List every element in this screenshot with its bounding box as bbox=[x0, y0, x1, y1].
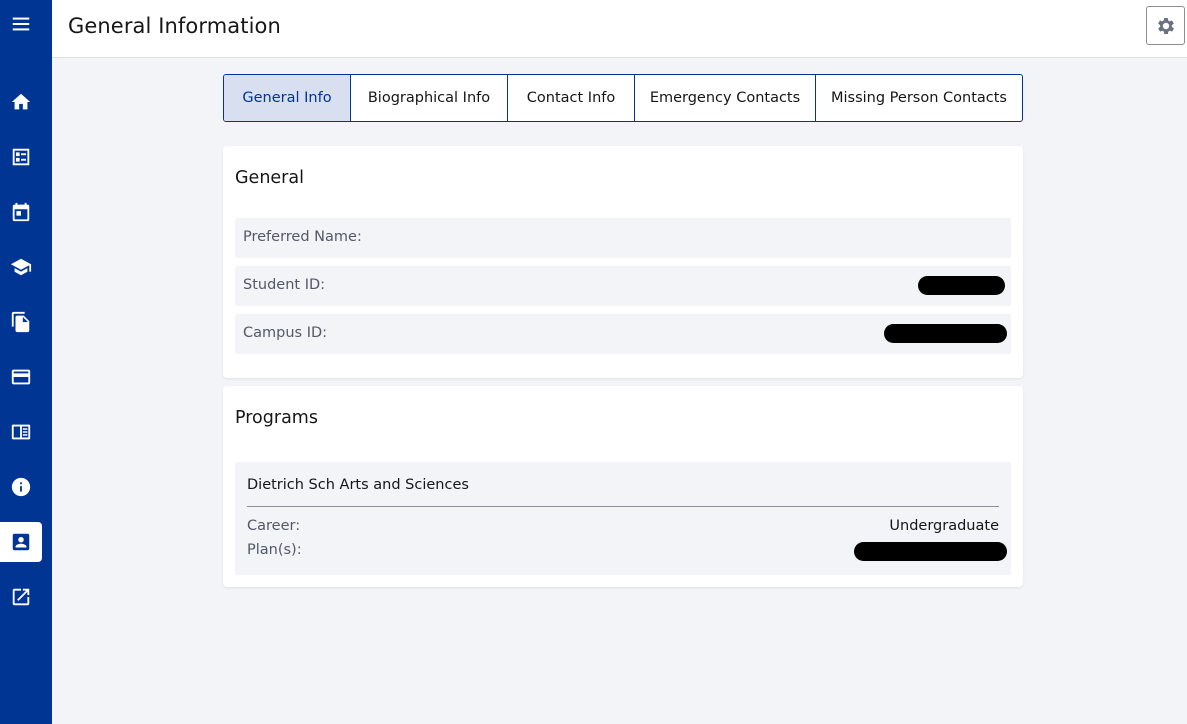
section-tabs: General Info Biographical Info Contact I… bbox=[223, 74, 1023, 122]
credit-card-icon bbox=[11, 369, 31, 385]
documents-icon bbox=[11, 311, 30, 333]
sidebar-item-documents[interactable] bbox=[0, 302, 42, 342]
plans-redacted-value bbox=[854, 542, 1007, 561]
tab-biographical-info[interactable]: Biographical Info bbox=[351, 75, 508, 121]
sidebar-item-profile[interactable] bbox=[0, 522, 42, 562]
sidebar-item-info[interactable] bbox=[0, 467, 42, 507]
general-card: General Preferred Name: Student ID: Camp… bbox=[223, 146, 1023, 378]
preferred-name-row: Preferred Name: bbox=[235, 218, 1011, 258]
program-item: Dietrich Sch Arts and Sciences Career: U… bbox=[235, 462, 1011, 575]
sidebar-item-dashboard[interactable] bbox=[0, 137, 42, 177]
campus-id-row: Campus ID: bbox=[235, 314, 1011, 354]
gear-icon bbox=[1157, 17, 1174, 34]
career-label: Career: bbox=[247, 518, 301, 534]
student-id-redacted-value bbox=[918, 276, 1005, 295]
student-id-row: Student ID: bbox=[235, 266, 1011, 306]
student-id-label: Student ID: bbox=[243, 277, 326, 293]
tab-emergency-contacts[interactable]: Emergency Contacts bbox=[635, 75, 816, 121]
sidebar-item-finances[interactable] bbox=[0, 357, 42, 397]
general-title: General bbox=[235, 168, 304, 188]
campus-id-label: Campus ID: bbox=[243, 325, 328, 341]
sidebar-item-calendar[interactable] bbox=[0, 192, 42, 232]
page-header: General Information bbox=[52, 0, 1187, 58]
program-name: Dietrich Sch Arts and Sciences bbox=[247, 477, 469, 493]
career-value: Undergraduate bbox=[889, 518, 999, 534]
newspaper-icon bbox=[11, 424, 31, 440]
program-divider bbox=[247, 506, 999, 507]
plans-label: Plan(s): bbox=[247, 542, 302, 558]
checklist-icon bbox=[12, 148, 30, 166]
preferred-name-label: Preferred Name: bbox=[243, 229, 362, 245]
sidebar bbox=[0, 0, 52, 724]
external-link-icon bbox=[12, 588, 30, 606]
menu-button[interactable] bbox=[0, 4, 42, 44]
tab-contact-info[interactable]: Contact Info bbox=[508, 75, 635, 121]
settings-button[interactable] bbox=[1146, 6, 1185, 45]
tab-missing-person-contacts[interactable]: Missing Person Contacts bbox=[816, 75, 1022, 121]
sidebar-item-external[interactable] bbox=[0, 577, 42, 617]
sidebar-item-academics[interactable] bbox=[0, 247, 42, 287]
programs-card: Programs Dietrich Sch Arts and Sciences … bbox=[223, 386, 1023, 587]
calendar-icon bbox=[12, 202, 30, 222]
hamburger-icon bbox=[12, 17, 30, 31]
sidebar-item-home[interactable] bbox=[0, 82, 42, 122]
tab-general-info[interactable]: General Info bbox=[224, 75, 351, 121]
programs-title: Programs bbox=[235, 408, 318, 428]
campus-id-redacted-value bbox=[884, 324, 1007, 343]
contact-card-icon bbox=[12, 533, 30, 551]
home-icon bbox=[11, 93, 31, 110]
graduation-cap-icon bbox=[10, 258, 32, 276]
info-icon bbox=[11, 477, 31, 497]
sidebar-item-news[interactable] bbox=[0, 412, 42, 452]
page-title: General Information bbox=[68, 14, 281, 38]
